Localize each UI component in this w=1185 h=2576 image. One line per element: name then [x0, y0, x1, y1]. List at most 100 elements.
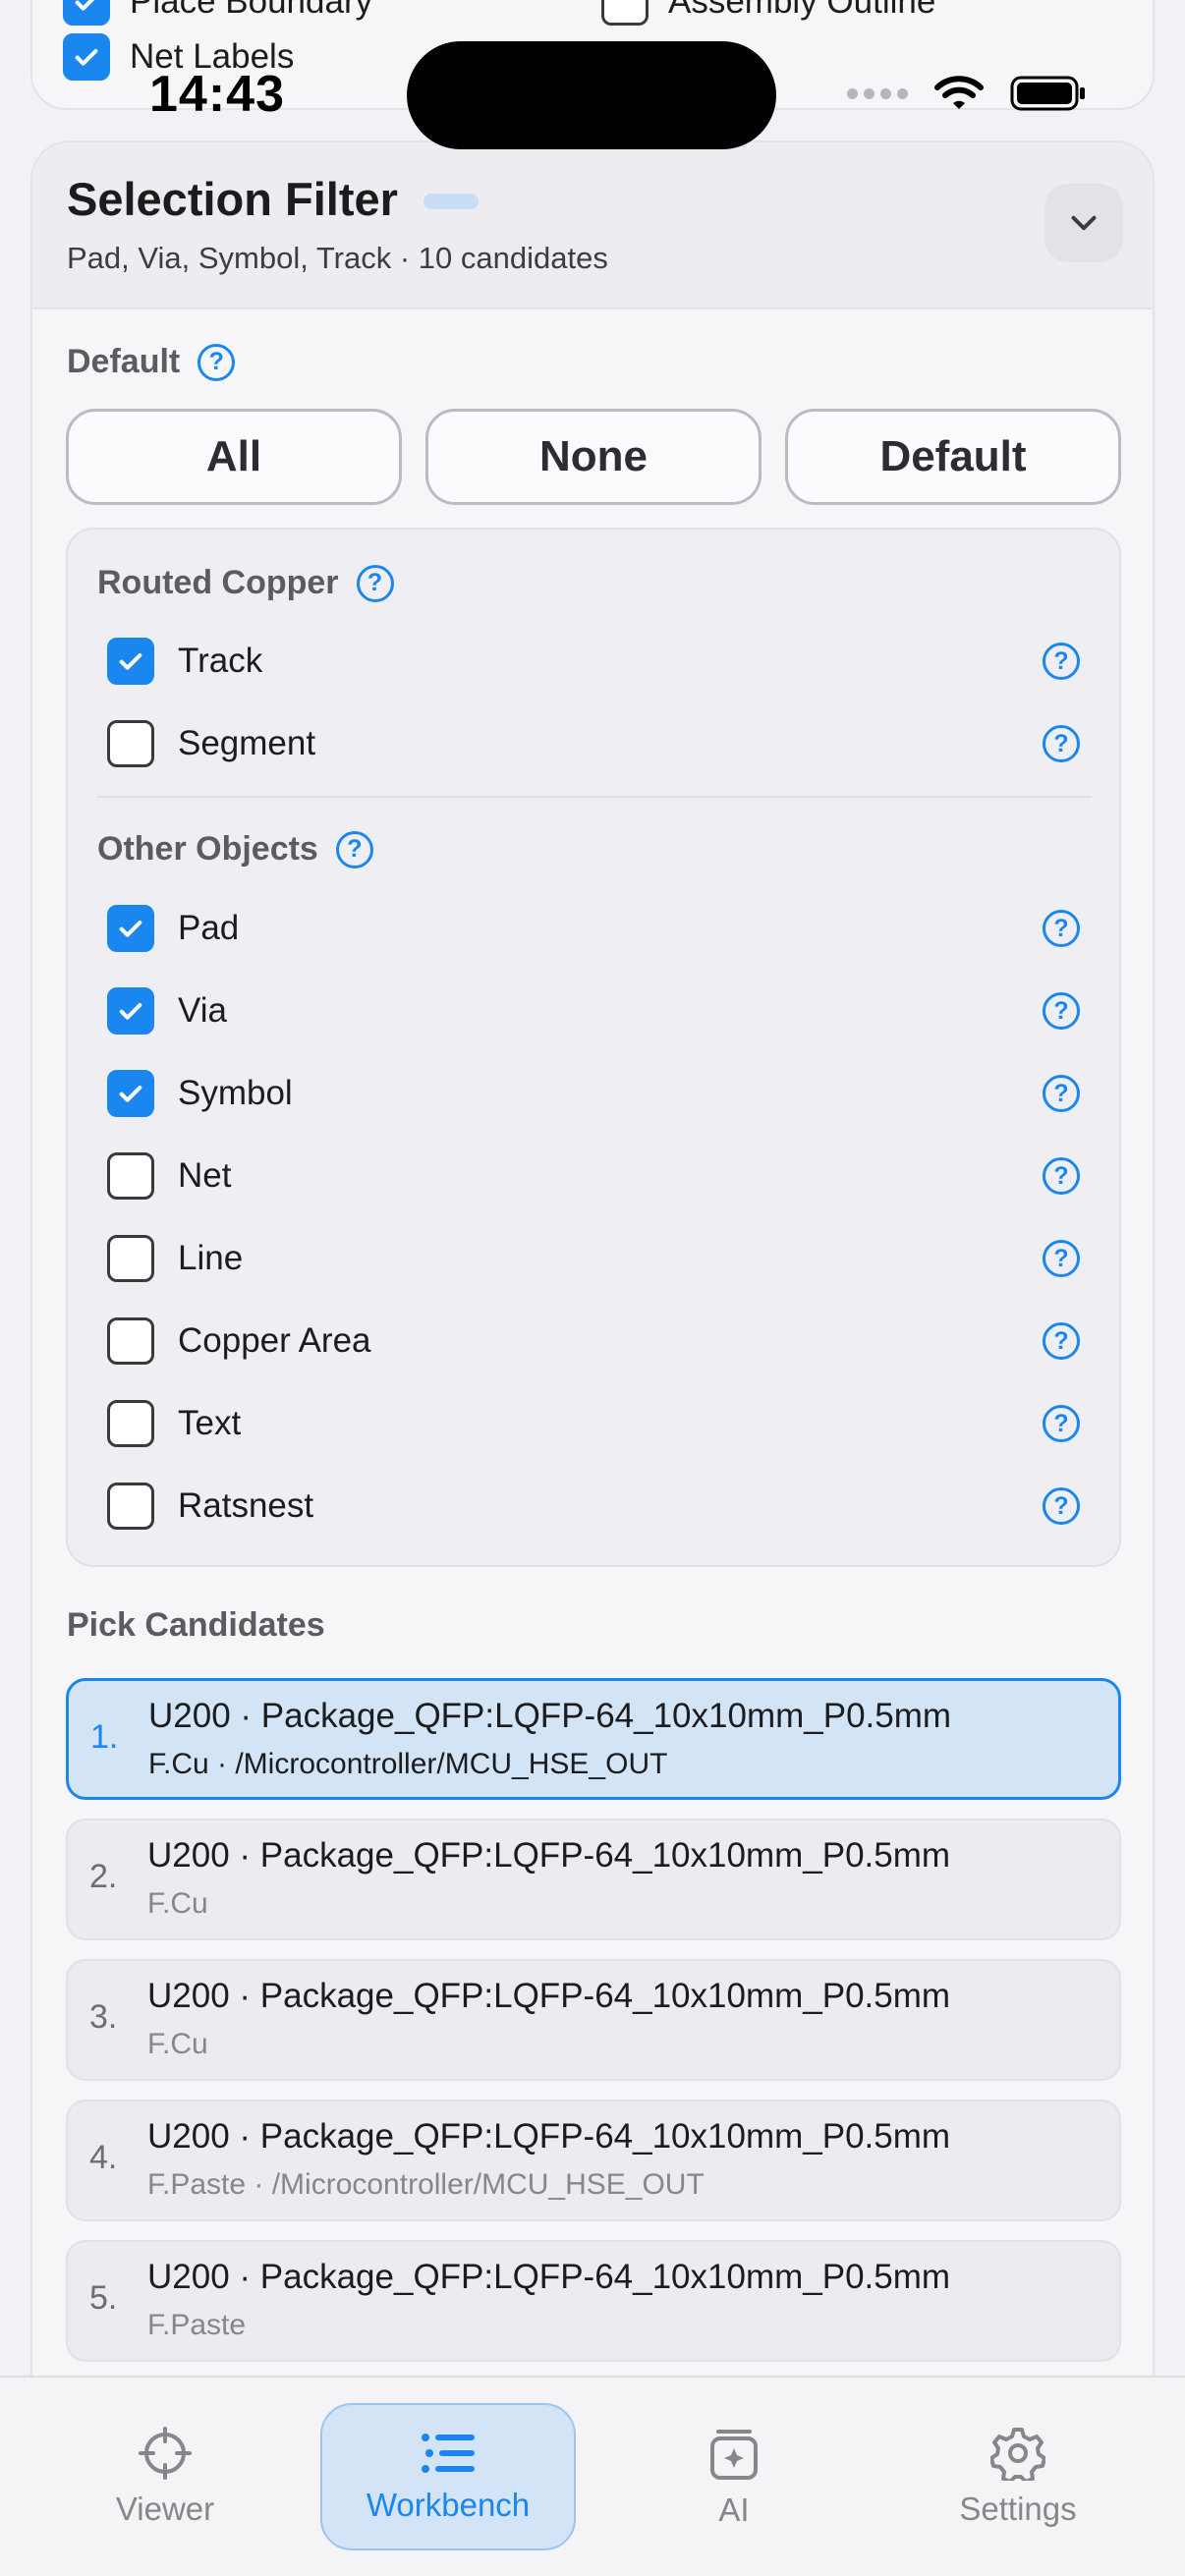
checkbox[interactable]: [601, 0, 649, 26]
option-label: Track: [178, 642, 263, 680]
option-label: Net: [178, 1156, 232, 1195]
card-title: Selection Filter: [67, 173, 398, 225]
chevron-down-icon: [1071, 215, 1097, 231]
selection-filter-header[interactable]: Selection Filter Pad, Via, Symbol, Track…: [32, 142, 1153, 309]
help-icon[interactable]: ?: [335, 830, 373, 868]
tab-label: Workbench: [366, 2487, 531, 2523]
help-icon[interactable]: ?: [1043, 1322, 1080, 1360]
filter-options-group: Routed Copper ? Track ? Segment ? Other …: [66, 528, 1121, 1567]
checkbox[interactable]: [107, 720, 154, 767]
tab-label: AI: [718, 2492, 750, 2528]
tab-label: Settings: [959, 2491, 1077, 2527]
help-icon[interactable]: ?: [1043, 1405, 1080, 1442]
candidate-title: U200 · Package_QFP:LQFP-64_10x10mm_P0.5m…: [147, 1836, 951, 1875]
candidate-row[interactable]: 3. U200 · Package_QFP:LQFP-64_10x10mm_P0…: [66, 1959, 1121, 2081]
option-label: Pad: [178, 909, 240, 947]
section-label-text: Other Objects: [97, 830, 318, 868]
candidate-row[interactable]: 2. U200 · Package_QFP:LQFP-64_10x10mm_P0…: [66, 1819, 1121, 1940]
help-icon[interactable]: ?: [1043, 1157, 1080, 1195]
checkbox[interactable]: [107, 905, 154, 952]
gear-icon: [990, 2428, 1045, 2481]
option-line[interactable]: Line ?: [107, 1229, 1080, 1288]
tab-ai[interactable]: AI: [606, 2403, 862, 2550]
option-assembly-outline[interactable]: Assembly Outline: [601, 0, 935, 26]
signal-icon: [847, 87, 908, 99]
selection-filter-card: Selection Filter Pad, Via, Symbol, Track…: [30, 140, 1155, 2576]
help-icon[interactable]: ?: [1043, 992, 1080, 1030]
section-label-text: Routed Copper: [97, 564, 339, 601]
title-indicator: [423, 194, 479, 209]
battery-icon: [1010, 76, 1085, 111]
help-icon[interactable]: ?: [1043, 910, 1080, 947]
option-track[interactable]: Track ?: [107, 632, 1080, 691]
checkbox[interactable]: [107, 638, 154, 685]
divider: [97, 796, 1092, 798]
help-icon[interactable]: ?: [198, 343, 236, 381]
checkbox[interactable]: [107, 1400, 154, 1447]
option-text[interactable]: Text ?: [107, 1394, 1080, 1453]
routed-copper-label: Routed Copper ?: [97, 564, 394, 602]
option-symbol[interactable]: Symbol ?: [107, 1064, 1080, 1123]
option-label: Copper Area: [178, 1321, 371, 1360]
candidate-title: U200 · Package_QFP:LQFP-64_10x10mm_P0.5m…: [147, 1977, 951, 2015]
option-via[interactable]: Via ?: [107, 981, 1080, 1040]
option-copper-area[interactable]: Copper Area ?: [107, 1312, 1080, 1371]
option-pad[interactable]: Pad ?: [107, 899, 1080, 958]
option-label: Symbol: [178, 1074, 293, 1112]
card-subtitle: Pad, Via, Symbol, Track · 10 candidates: [67, 241, 608, 275]
option-label: Text: [178, 1404, 242, 1442]
crosshair-icon: [139, 2427, 192, 2480]
checkbox[interactable]: [107, 1070, 154, 1117]
checkbox[interactable]: [107, 1483, 154, 1530]
help-icon[interactable]: ?: [1043, 643, 1080, 680]
collapse-button[interactable]: [1044, 184, 1123, 262]
candidate-row[interactable]: 4. U200 · Package_QFP:LQFP-64_10x10mm_P0…: [66, 2100, 1121, 2221]
option-segment[interactable]: Segment ?: [107, 714, 1080, 773]
all-button[interactable]: All: [66, 409, 402, 505]
status-time: 14:43: [149, 66, 285, 123]
candidate-subtitle: F.Cu · /Microcontroller/MCU_HSE_OUT: [148, 1748, 668, 1780]
checkbox[interactable]: [63, 33, 110, 81]
help-icon[interactable]: ?: [356, 564, 394, 602]
list-icon: [422, 2434, 475, 2473]
candidate-number: 3.: [89, 1998, 118, 2036]
dynamic-island: [407, 41, 776, 149]
candidate-title: U200 · Package_QFP:LQFP-64_10x10mm_P0.5m…: [148, 1697, 952, 1735]
other-objects-label: Other Objects ?: [97, 830, 373, 868]
candidate-title: U200 · Package_QFP:LQFP-64_10x10mm_P0.5m…: [147, 2117, 951, 2156]
option-label: Assembly Outline: [668, 0, 936, 21]
candidate-number: 5.: [89, 2279, 118, 2317]
help-icon[interactable]: ?: [1043, 725, 1080, 762]
candidate-subtitle: F.Cu: [147, 1887, 208, 1920]
checkbox[interactable]: [107, 1152, 154, 1200]
option-net[interactable]: Net ?: [107, 1147, 1080, 1205]
candidate-subtitle: F.Paste · /Microcontroller/MCU_HSE_OUT: [147, 2168, 705, 2201]
candidate-number: 2.: [89, 1858, 118, 1895]
candidate-row[interactable]: 5. U200 · Package_QFP:LQFP-64_10x10mm_P0…: [66, 2240, 1121, 2362]
help-icon[interactable]: ?: [1043, 1075, 1080, 1112]
option-label: Place Boundary: [130, 0, 373, 21]
default-button[interactable]: Default: [785, 409, 1121, 505]
checkbox[interactable]: [107, 987, 154, 1035]
checkbox[interactable]: [107, 1317, 154, 1365]
candidate-subtitle: F.Cu: [147, 2028, 208, 2060]
tab-label: Viewer: [115, 2491, 215, 2527]
none-button[interactable]: None: [425, 409, 762, 505]
tab-viewer[interactable]: Viewer: [37, 2403, 293, 2550]
tab-settings[interactable]: Settings: [890, 2403, 1146, 2550]
section-label-text: Default: [67, 343, 181, 380]
help-icon[interactable]: ?: [1043, 1240, 1080, 1277]
candidate-number: 4.: [89, 2139, 118, 2176]
option-place-boundary[interactable]: Place Boundary: [63, 0, 372, 26]
option-label: Ratsnest: [178, 1486, 314, 1525]
candidate-title: U200 · Package_QFP:LQFP-64_10x10mm_P0.5m…: [147, 2258, 951, 2296]
option-ratsnest[interactable]: Ratsnest ?: [107, 1477, 1080, 1536]
checkbox[interactable]: [63, 0, 110, 26]
help-icon[interactable]: ?: [1043, 1487, 1080, 1525]
candidate-row[interactable]: 1. U200 · Package_QFP:LQFP-64_10x10mm_P0…: [66, 1678, 1121, 1800]
checkbox[interactable]: [107, 1235, 154, 1282]
option-label: Segment: [178, 724, 316, 762]
wifi-icon: [934, 76, 984, 109]
option-label: Line: [178, 1239, 244, 1277]
tab-workbench[interactable]: Workbench: [320, 2403, 576, 2550]
